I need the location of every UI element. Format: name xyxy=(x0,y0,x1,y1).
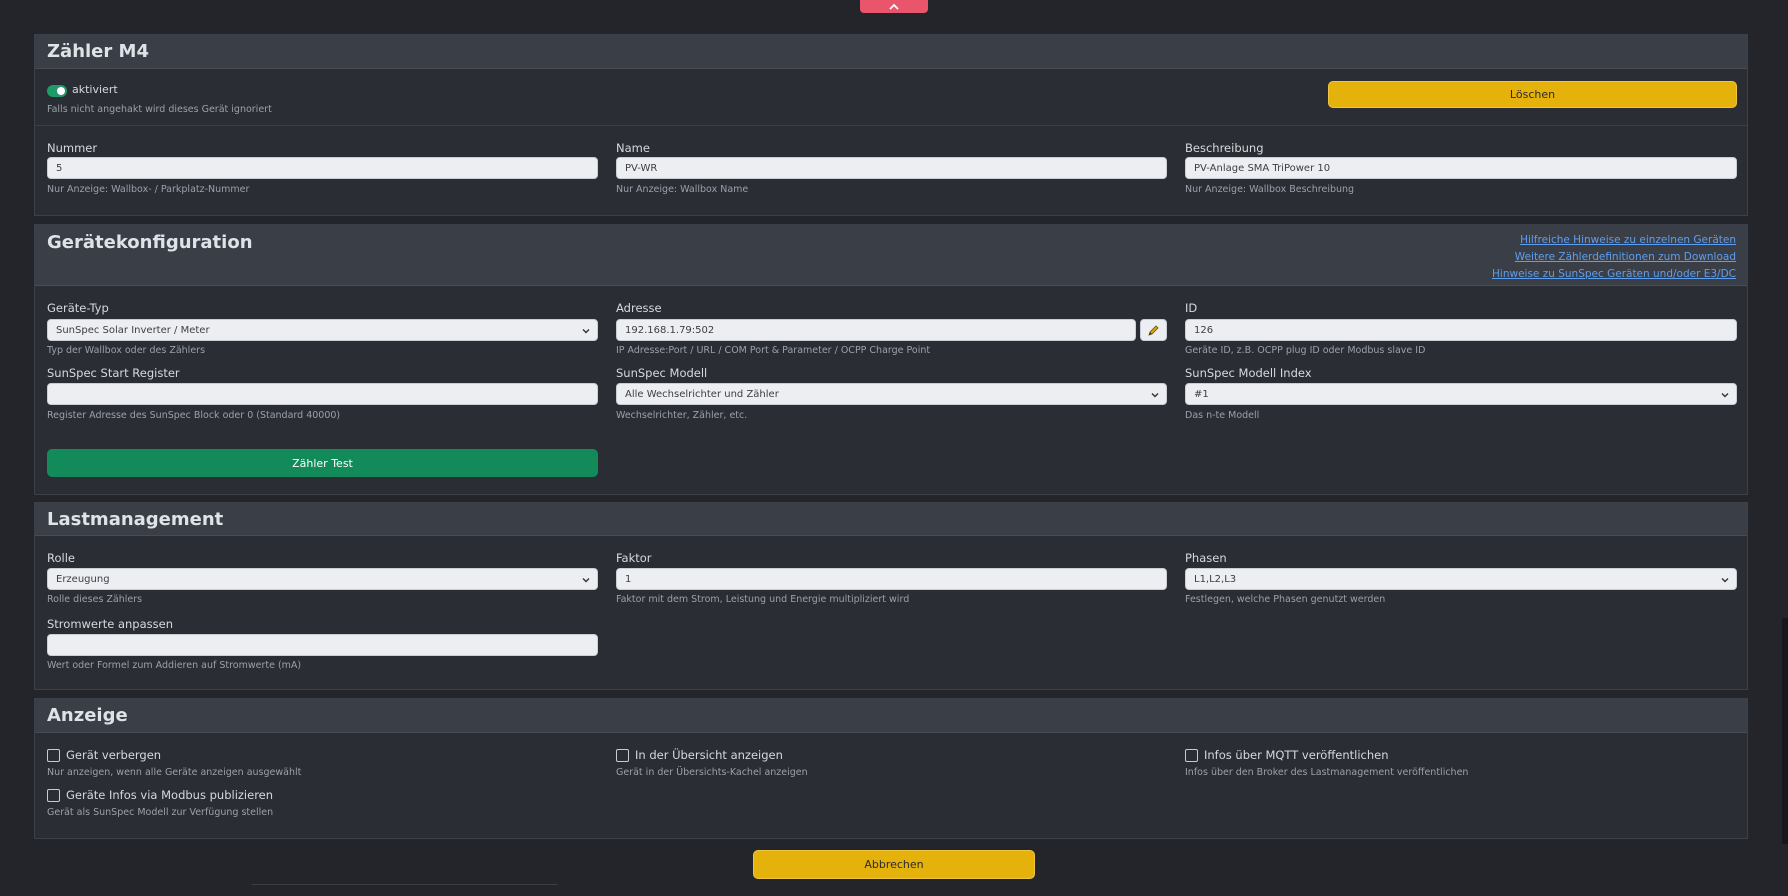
display-card: Anzeige Gerät verbergen Nur anzeigen, we… xyxy=(34,698,1748,839)
hide-device-help: Nur anzeigen, wenn alle Geräte anzeigen … xyxy=(47,767,302,778)
address-help: IP Adresse:Port / URL / COM Port & Param… xyxy=(616,345,931,356)
name-input[interactable]: PV-WR xyxy=(616,157,1167,179)
mqtt-help: Infos über den Broker des Lastmanagement… xyxy=(1185,767,1469,778)
load-management-header: Lastmanagement xyxy=(35,503,1747,536)
device-type-value: SunSpec Solar Inverter / Meter xyxy=(56,324,210,336)
model-index-value: #1 xyxy=(1194,388,1209,400)
model-help: Wechselrichter, Zähler, etc. xyxy=(616,410,748,421)
model-select[interactable]: Alle Wechselrichter und Zähler xyxy=(616,383,1167,405)
cancel-button[interactable]: Abbrechen xyxy=(753,850,1035,879)
hide-device-label: Gerät verbergen xyxy=(66,748,162,762)
scrollbar-thumb[interactable] xyxy=(1782,618,1788,844)
model-index-help: Das n-te Modell xyxy=(1185,410,1260,421)
meter-title: Zähler M4 xyxy=(47,41,149,62)
id-label: ID xyxy=(1185,301,1198,315)
model-value: Alle Wechselrichter und Zähler xyxy=(625,388,779,400)
device-type-help: Typ der Wallbox oder des Zählers xyxy=(47,345,206,356)
chevron-up-icon xyxy=(889,3,899,10)
device-config-header: Gerätekonfiguration Hilfreiche Hinweise … xyxy=(35,225,1747,286)
number-input[interactable]: 5 xyxy=(47,157,598,179)
hide-device-checkbox[interactable] xyxy=(47,749,60,762)
meter-card-header: Zähler M4 xyxy=(35,35,1747,69)
id-help: Geräte ID, z.B. OCPP plug ID oder Modbus… xyxy=(1185,345,1426,356)
role-label: Rolle xyxy=(47,551,75,565)
device-type-label: Geräte-Typ xyxy=(47,301,109,315)
start-register-help: Register Adresse des SunSpec Block oder … xyxy=(47,410,341,421)
overview-checkbox[interactable] xyxy=(616,749,629,762)
current-adjust-help: Wert oder Formel zum Addieren auf Stromw… xyxy=(47,660,302,671)
load-management-card: Lastmanagement Rolle Erzeugung Rolle die… xyxy=(34,502,1748,690)
name-help: Nur Anzeige: Wallbox Name xyxy=(616,184,749,195)
delete-button[interactable]: Löschen xyxy=(1328,81,1737,108)
device-type-select[interactable]: SunSpec Solar Inverter / Meter xyxy=(47,319,598,341)
number-label: Nummer xyxy=(47,141,98,155)
phases-label: Phasen xyxy=(1185,551,1227,565)
display-title: Anzeige xyxy=(47,705,128,726)
number-help: Nur Anzeige: Wallbox- / Parkplatz-Nummer xyxy=(47,184,250,195)
description-help: Nur Anzeige: Wallbox Beschreibung xyxy=(1185,184,1355,195)
footer-rule xyxy=(252,884,558,885)
role-help: Rolle dieses Zählers xyxy=(47,594,143,605)
factor-label: Faktor xyxy=(616,551,652,565)
chevron-down-icon xyxy=(1721,578,1729,583)
display-header: Anzeige xyxy=(35,699,1747,733)
link-sunspec-hints[interactable]: Hinweise zu SunSpec Geräten und/oder E3/… xyxy=(1492,268,1736,280)
start-register-label: SunSpec Start Register xyxy=(47,366,180,380)
device-config-card: Gerätekonfiguration Hilfreiche Hinweise … xyxy=(34,224,1748,495)
modbus-help: Gerät als SunSpec Modell zur Verfügung s… xyxy=(47,807,274,818)
enabled-label: aktiviert xyxy=(72,83,118,96)
mqtt-label: Infos über MQTT veröffentlichen xyxy=(1204,748,1389,762)
chevron-down-icon xyxy=(582,329,590,334)
phases-value: L1,L2,L3 xyxy=(1194,573,1237,585)
phases-help: Festlegen, welche Phasen genutzt werden xyxy=(1185,594,1386,605)
id-input[interactable]: 126 xyxy=(1185,319,1737,341)
address-input[interactable]: 192.168.1.79:502 xyxy=(616,319,1136,341)
load-management-title: Lastmanagement xyxy=(47,509,224,530)
model-index-select[interactable]: #1 xyxy=(1185,383,1737,405)
link-device-hints[interactable]: Hilfreiche Hinweise zu einzelnen Geräten xyxy=(1520,234,1736,246)
chevron-down-icon xyxy=(1721,393,1729,398)
enabled-toggle[interactable] xyxy=(47,85,67,97)
address-label: Adresse xyxy=(616,301,662,315)
phases-select[interactable]: L1,L2,L3 xyxy=(1185,568,1737,590)
device-config-title: Gerätekonfiguration xyxy=(47,232,253,253)
factor-help: Faktor mit dem Strom, Leistung und Energ… xyxy=(616,594,910,605)
overview-help: Gerät in der Übersichts-Kachel anzeigen xyxy=(616,767,808,778)
mqtt-checkbox[interactable] xyxy=(1185,749,1198,762)
meter-divider xyxy=(35,125,1747,126)
enabled-help: Falls nicht angehakt wird dieses Gerät i… xyxy=(47,104,272,115)
pencil-icon xyxy=(1148,324,1159,336)
role-select[interactable]: Erzeugung xyxy=(47,568,598,590)
current-adjust-label: Stromwerte anpassen xyxy=(47,617,174,631)
link-meter-definitions[interactable]: Weitere Zählerdefinitionen zum Download xyxy=(1515,251,1736,263)
description-input[interactable]: PV-Anlage SMA TriPower 10 xyxy=(1185,157,1737,179)
description-label: Beschreibung xyxy=(1185,141,1264,155)
role-value: Erzeugung xyxy=(56,573,110,585)
overview-label: In der Übersicht anzeigen xyxy=(635,748,783,762)
factor-input[interactable]: 1 xyxy=(616,568,1167,590)
modbus-checkbox[interactable] xyxy=(47,789,60,802)
meter-test-button[interactable]: Zähler Test xyxy=(47,449,598,477)
meter-card: Zähler M4 aktiviert Falls nicht angehakt… xyxy=(34,34,1748,216)
address-edit-button[interactable] xyxy=(1140,319,1167,341)
modbus-label: Geräte Infos via Modbus publizieren xyxy=(66,788,274,802)
chevron-down-icon xyxy=(1151,393,1159,398)
current-adjust-input[interactable] xyxy=(47,634,598,656)
collapse-tab[interactable] xyxy=(860,0,928,13)
name-label: Name xyxy=(616,141,650,155)
start-register-input[interactable] xyxy=(47,383,598,405)
model-label: SunSpec Modell xyxy=(616,366,708,380)
model-index-label: SunSpec Modell Index xyxy=(1185,366,1312,380)
chevron-down-icon xyxy=(582,578,590,583)
